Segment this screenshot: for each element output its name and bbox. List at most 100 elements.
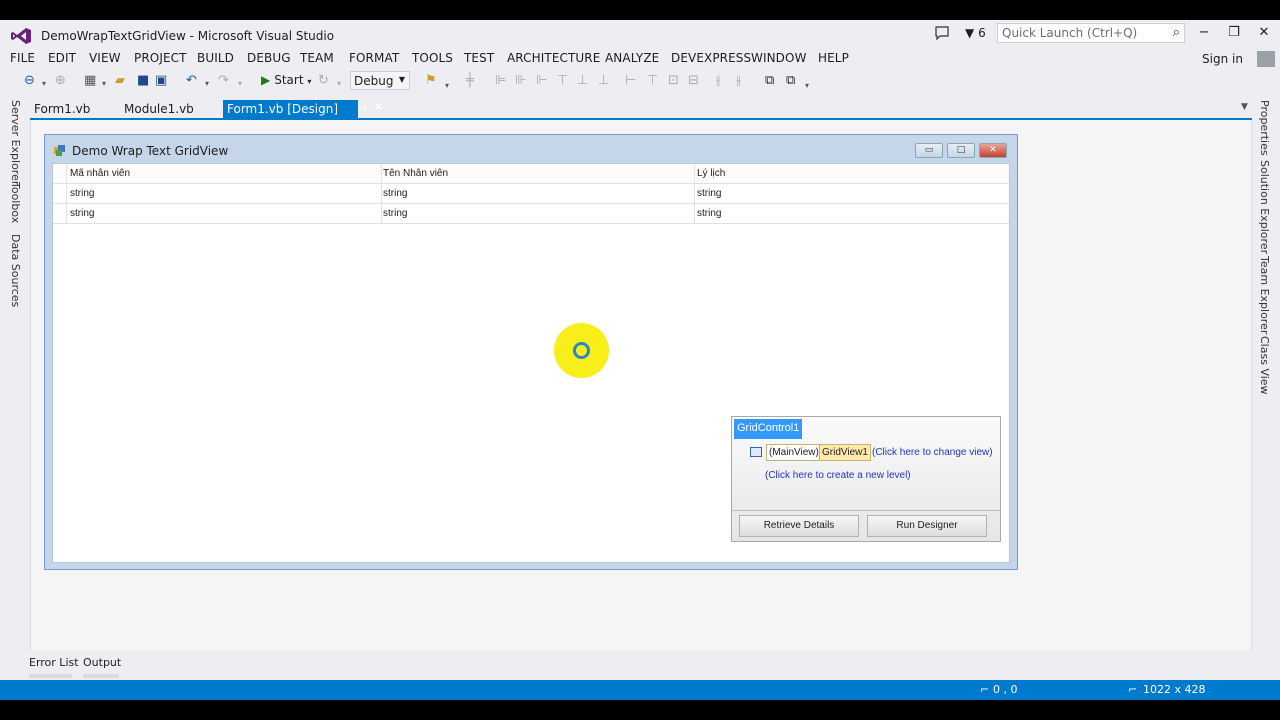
bring-to-front-icon[interactable]: ⧉	[765, 74, 774, 88]
form-minimize-button[interactable]: ▭	[915, 143, 943, 158]
redo-dropdown-icon[interactable]: ▾	[238, 77, 242, 91]
make-same-width-icon[interactable]: ⊢	[625, 74, 636, 88]
grid-cell[interactable]: string	[383, 188, 407, 199]
menu-team[interactable]: TEAM	[300, 51, 334, 65]
output-tab[interactable]: Output	[83, 656, 121, 669]
pin-icon[interactable]: ⊣	[357, 102, 367, 115]
menu-analyze[interactable]: ANALYZE	[605, 51, 659, 65]
table-row[interactable]: string string string	[53, 184, 1009, 204]
size-to-grid-icon[interactable]: ⊟	[688, 74, 699, 88]
align-middles-icon[interactable]: ⊥	[577, 74, 588, 88]
make-same-height-icon[interactable]: ⊤	[647, 74, 658, 88]
layout-toolbar-overflow-icon[interactable]: ▾	[805, 79, 809, 93]
back-icon[interactable]: ⊖	[24, 74, 35, 88]
search-icon[interactable]: ⌕	[1173, 25, 1180, 40]
grid-cell[interactable]: string	[383, 208, 407, 219]
menu-window[interactable]: WINDOW	[751, 51, 807, 65]
align-lefts-icon[interactable]: ⊫	[495, 74, 506, 88]
size-icon: ⌐	[1128, 683, 1138, 696]
menu-edit[interactable]: EDIT	[48, 51, 76, 65]
cursor-position: 0 , 0	[993, 683, 1018, 696]
solution-explorer-tab[interactable]: Solution Explorer	[1258, 160, 1271, 254]
column-header-employee-name[interactable]: Tên Nhân viên	[383, 168, 448, 179]
align-centers-icon[interactable]: ⊪	[515, 74, 526, 88]
form-close-button[interactable]: ✕	[979, 143, 1007, 158]
vertical-spacing-icon[interactable]: ⫳	[736, 74, 741, 88]
play-icon: ▶	[261, 73, 271, 87]
minimize-button[interactable]: −	[1192, 24, 1216, 42]
undo-dropdown-icon[interactable]: ▾	[205, 77, 209, 91]
quick-launch-input[interactable]: Quick Launch (Ctrl+Q) ⌕	[997, 23, 1185, 43]
grid-cell[interactable]: string	[70, 188, 94, 199]
align-tops-icon[interactable]: ⊤	[557, 74, 568, 88]
tab-module1-vb[interactable]: Module1.vb	[120, 100, 198, 119]
menu-build[interactable]: BUILD	[197, 51, 234, 65]
grid-view-chip[interactable]: GridView1	[819, 444, 871, 461]
menu-architecture[interactable]: ARCHITECTURE	[507, 51, 600, 65]
form-icon	[54, 145, 65, 156]
feedback-flag-button[interactable]: ▼ 6	[965, 26, 986, 40]
align-bottoms-icon[interactable]: ⊥	[598, 74, 609, 88]
retrieve-details-button[interactable]: Retrieve Details	[739, 515, 859, 537]
menu-project[interactable]: PROJECT	[134, 51, 187, 65]
account-icon[interactable]	[1257, 51, 1275, 67]
menu-debug[interactable]: DEBUG	[247, 51, 291, 65]
start-debugging-button[interactable]: ▶ Start ▾	[261, 73, 311, 87]
menu-test[interactable]: TEST	[464, 51, 494, 65]
send-to-back-icon[interactable]: ⧉	[786, 74, 795, 88]
toolbar-overflow-icon[interactable]: ▾	[445, 79, 449, 93]
save-all-icon[interactable]: ▣	[155, 74, 167, 88]
refresh-icon[interactable]: ↻	[318, 74, 329, 88]
error-list-tab[interactable]: Error List	[29, 656, 79, 669]
filter-icon: ▼	[965, 26, 975, 40]
run-designer-button[interactable]: Run Designer	[867, 515, 987, 537]
configuration-value: Debug	[354, 74, 394, 88]
make-same-size-icon[interactable]: ⊡	[668, 74, 679, 88]
save-icon[interactable]: ■	[137, 74, 149, 88]
form-maximize-button[interactable]: □	[947, 143, 975, 158]
toolbox-tab[interactable]: Toolbox	[9, 182, 22, 223]
tab-form1-design[interactable]: Form1.vb [Design]	[223, 100, 358, 119]
menu-format[interactable]: FORMAT	[349, 51, 399, 65]
menu-help[interactable]: HELP	[818, 51, 849, 65]
new-project-icon[interactable]: ▦	[84, 74, 96, 88]
column-header-resume[interactable]: Lý lịch	[697, 168, 725, 179]
table-row[interactable]: string string string	[53, 204, 1009, 224]
change-view-link[interactable]: (Click here to change view)	[872, 447, 993, 458]
forward-icon[interactable]: ⊕	[55, 74, 66, 88]
notification-icon[interactable]	[934, 26, 950, 40]
close-icon[interactable]: ✕	[373, 100, 384, 115]
tab-overflow-dropdown-icon[interactable]: ▼	[1241, 102, 1248, 112]
solution-configuration-select[interactable]: Debug ▼	[350, 71, 410, 90]
menu-file[interactable]: FILE	[10, 51, 35, 65]
grid-cell[interactable]: string	[70, 208, 94, 219]
redo-icon[interactable]: ↷	[218, 74, 229, 88]
column-header-employee-id[interactable]: Mã nhân viên	[70, 168, 130, 179]
grid-cell[interactable]: string	[697, 208, 721, 219]
menu-view[interactable]: VIEW	[89, 51, 121, 65]
sign-in-link[interactable]: Sign in	[1202, 52, 1243, 66]
team-explorer-tab[interactable]: Team Explorer	[1258, 256, 1271, 334]
start-label: Start	[274, 73, 304, 87]
tab-form1-vb[interactable]: Form1.vb	[30, 100, 94, 119]
grid-cell[interactable]: string	[697, 188, 721, 199]
class-view-tab[interactable]: Class View	[1258, 336, 1271, 395]
horizontal-spacing-icon[interactable]: ⫲	[716, 74, 720, 88]
new-project-dropdown-icon[interactable]: ▾	[102, 77, 106, 91]
create-level-link[interactable]: (Click here to create a new level)	[765, 470, 911, 481]
align-to-grid-icon[interactable]: ╪	[466, 74, 474, 88]
cursor-ring-icon	[573, 342, 590, 359]
refresh-dropdown-icon[interactable]: ▾	[337, 77, 341, 91]
open-file-icon[interactable]: ▰	[115, 74, 125, 88]
close-window-button[interactable]: ✕	[1252, 24, 1276, 42]
back-dropdown-icon[interactable]: ▾	[42, 77, 46, 91]
menu-tools[interactable]: TOOLS	[412, 51, 453, 65]
find-in-files-icon[interactable]: ⚑	[425, 74, 437, 88]
properties-tab[interactable]: Properties	[1258, 100, 1271, 156]
data-sources-tab[interactable]: Data Sources	[9, 234, 22, 307]
restore-button[interactable]: ❐	[1222, 24, 1246, 42]
align-rights-icon[interactable]: ⊩	[536, 74, 547, 88]
undo-icon[interactable]: ↶	[186, 74, 197, 88]
server-explorer-tab[interactable]: Server Explorer	[9, 100, 22, 185]
menu-devexpress[interactable]: DEVEXPRESS	[671, 51, 751, 65]
